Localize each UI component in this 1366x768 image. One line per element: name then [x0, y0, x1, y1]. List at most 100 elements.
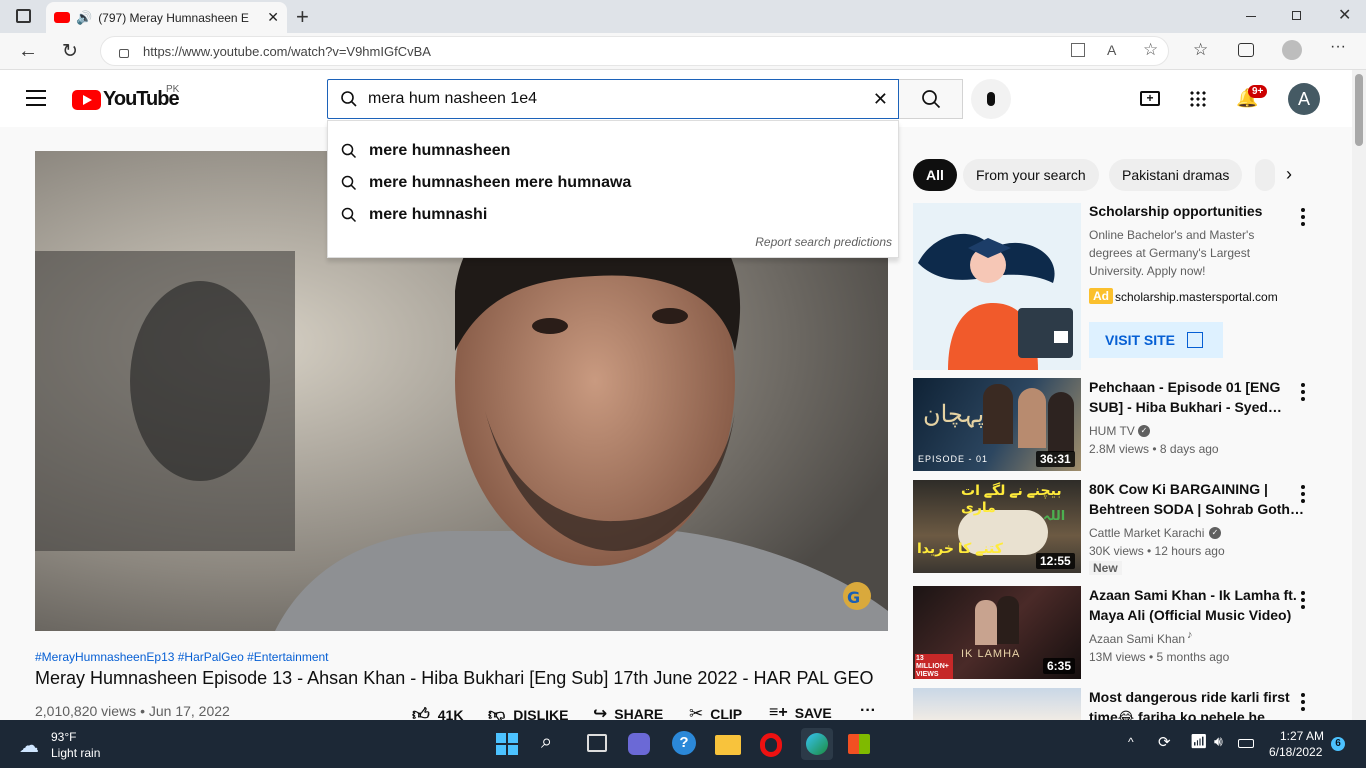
- microphone-icon: [987, 92, 995, 106]
- verified-icon: ✓: [1209, 527, 1221, 539]
- video-views-date: 2,010,820 views • Jun 17, 2022: [35, 703, 230, 719]
- close-window-icon[interactable]: ✕: [1338, 5, 1351, 25]
- video-meta: 2.8M views • 8 days ago: [1089, 442, 1219, 456]
- hamburger-menu-icon[interactable]: [26, 90, 46, 106]
- new-badge: New: [1089, 561, 1122, 575]
- region-code: PK: [166, 84, 180, 95]
- video-title[interactable]: Pehchaan - Episode 01 [ENG: [1089, 377, 1280, 397]
- ad-description: Online Bachelor's and Master's degrees a…: [1089, 228, 1255, 278]
- chip-more[interactable]: [1255, 159, 1275, 191]
- thumbnail-badge: 13 MILLION+ VIEWS: [915, 654, 953, 679]
- video-title[interactable]: 80K Cow Ki BARGAINING |: [1089, 479, 1268, 499]
- clock-time[interactable]: 1:27 AM: [1280, 729, 1324, 743]
- video-menu-icon[interactable]: [1301, 383, 1305, 404]
- apps-icon[interactable]: [1071, 43, 1085, 57]
- start-menu-icon[interactable]: [496, 733, 518, 755]
- account-avatar[interactable]: A: [1288, 83, 1320, 115]
- suggestion-item[interactable]: mere humnashi: [328, 199, 898, 231]
- refresh-icon[interactable]: ↻: [62, 40, 78, 63]
- chips-next-icon[interactable]: ›: [1286, 164, 1292, 185]
- tab-actions-icon[interactable]: [16, 9, 31, 23]
- channel-name[interactable]: Azaan Sami Khan: [1089, 630, 1185, 648]
- weather-icon[interactable]: ☁: [19, 733, 39, 758]
- search-icon: [921, 90, 940, 109]
- channel-name[interactable]: HUM TV: [1089, 422, 1135, 440]
- create-video-icon[interactable]: +: [1140, 91, 1160, 106]
- search-input[interactable]: mera hum nasheen 1e4 ✕: [327, 79, 899, 119]
- collections-icon[interactable]: [1238, 43, 1254, 57]
- video-title-line2[interactable]: Maya Ali (Official Music Video): [1089, 605, 1291, 625]
- store-icon[interactable]: [848, 734, 870, 754]
- youtube-favicon-icon: [54, 12, 70, 23]
- profile-icon[interactable]: [1282, 40, 1302, 60]
- open-external-icon: [1187, 332, 1204, 348]
- browser-tab[interactable]: 🔊 (797) Meray Humnasheen E ✕: [46, 2, 287, 33]
- wifi-icon[interactable]: 📶︎: [1190, 733, 1208, 750]
- video-title[interactable]: Most dangerous ride karli first: [1089, 687, 1290, 707]
- ad-menu-icon[interactable]: [1301, 208, 1305, 229]
- channel-name[interactable]: Cattle Market Karachi: [1089, 524, 1204, 542]
- edge-active-icon[interactable]: [801, 728, 833, 760]
- video-menu-icon[interactable]: [1301, 591, 1305, 612]
- scrollbar-track[interactable]: [1352, 70, 1366, 720]
- video-menu-icon[interactable]: [1301, 485, 1305, 506]
- file-explorer-icon[interactable]: [715, 735, 741, 755]
- new-tab-icon[interactable]: +: [296, 4, 309, 30]
- chat-icon[interactable]: [628, 733, 650, 755]
- favorites-icon[interactable]: ☆: [1193, 40, 1208, 60]
- favorite-add-icon[interactable]: ☆: [1143, 40, 1158, 60]
- volume-icon[interactable]: 🔊︎: [1214, 733, 1223, 750]
- voice-search-button[interactable]: [971, 79, 1011, 119]
- task-view-icon[interactable]: [587, 734, 607, 752]
- sync-icon[interactable]: ⟳: [1158, 733, 1171, 751]
- youtube-apps-icon[interactable]: [1189, 90, 1206, 107]
- report-predictions-link[interactable]: Report search predictions: [755, 235, 892, 249]
- suggestion-text: mere humnashi: [369, 206, 488, 223]
- visit-site-button[interactable]: VISIT SITE: [1089, 322, 1223, 358]
- search-taskbar-icon[interactable]: ⌕: [541, 731, 552, 754]
- ad-thumbnail[interactable]: [913, 203, 1081, 370]
- search-suggestions: mere humnasheen mere humnasheen mere hum…: [327, 120, 899, 258]
- read-aloud-icon[interactable]: A: [1107, 42, 1116, 58]
- weather-temp[interactable]: 93°F: [51, 730, 76, 744]
- search-icon: [341, 143, 357, 159]
- video-title-line2[interactable]: time😂 fariha ko pehele he: [1089, 707, 1265, 720]
- battery-icon[interactable]: [1238, 739, 1254, 748]
- more-menu-icon[interactable]: ···: [1330, 38, 1346, 56]
- close-tab-icon[interactable]: ✕: [267, 9, 279, 26]
- show-hidden-icons[interactable]: ^: [1128, 735, 1134, 749]
- video-meta: 13M views • 5 months ago: [1089, 650, 1230, 664]
- video-duration: 6:35: [1043, 658, 1076, 674]
- back-icon[interactable]: ←: [18, 40, 38, 63]
- address-bar[interactable]: https://www.youtube.com/watch?v=V9hmIGfC…: [100, 36, 1169, 66]
- search-button[interactable]: [899, 79, 963, 119]
- opera-icon[interactable]: [760, 733, 782, 757]
- speaker-icon[interactable]: 🔊: [76, 10, 92, 26]
- minimize-icon[interactable]: [1246, 16, 1256, 17]
- clear-search-icon[interactable]: ✕: [873, 89, 888, 110]
- help-icon[interactable]: ?: [672, 731, 696, 755]
- restore-icon[interactable]: [1292, 11, 1301, 20]
- suggestion-item[interactable]: mere humnasheen: [328, 135, 898, 167]
- more-actions-icon[interactable]: ···: [860, 702, 876, 720]
- lock-icon: [119, 48, 129, 58]
- video-hashtags[interactable]: #MerayHumnasheenEp13 #HarPalGeo #Enterta…: [35, 650, 329, 664]
- chip-pakistani-dramas[interactable]: Pakistani dramas: [1109, 159, 1243, 191]
- notification-count[interactable]: 6: [1331, 737, 1345, 751]
- video-thumbnail[interactable]: [913, 688, 1081, 720]
- video-title[interactable]: Azaan Sami Khan - Ik Lamha ft.: [1089, 585, 1297, 605]
- chip-from-your-search[interactable]: From your search: [963, 159, 1099, 191]
- suggestion-text: mere humnasheen mere humnawa: [369, 174, 632, 191]
- video-title-line2[interactable]: Behtreen SODA | Sohrab Goth…: [1089, 499, 1304, 519]
- ad-title[interactable]: Scholarship opportunities: [1089, 201, 1262, 221]
- youtube-logo[interactable]: YouTube: [72, 88, 180, 111]
- weather-condition[interactable]: Light rain: [51, 746, 100, 760]
- video-title-line2[interactable]: SUB] - Hiba Bukhari - Syed…: [1089, 397, 1282, 417]
- clock-date[interactable]: 6/18/2022: [1269, 745, 1322, 759]
- scrollbar-thumb[interactable]: [1355, 74, 1363, 146]
- search-icon: [341, 175, 357, 191]
- save-label: SAVE: [794, 705, 832, 721]
- chip-all[interactable]: All: [913, 159, 957, 191]
- suggestion-item[interactable]: mere humnasheen mere humnawa: [328, 167, 898, 199]
- video-menu-icon[interactable]: [1301, 693, 1305, 714]
